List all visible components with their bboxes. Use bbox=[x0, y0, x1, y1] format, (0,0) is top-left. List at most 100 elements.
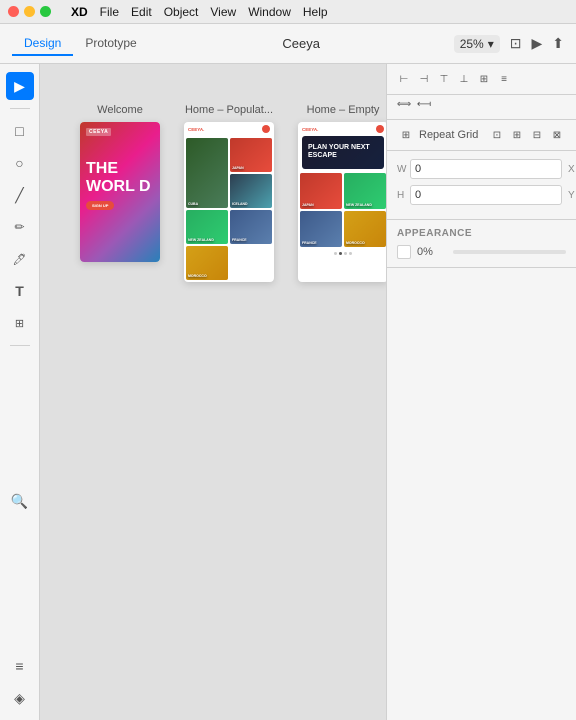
he-cell-japan-label: JAPAN bbox=[302, 203, 314, 207]
opacity-slider[interactable] bbox=[453, 250, 566, 254]
he-cell-newzealand: NEW ZEALAND bbox=[344, 173, 386, 209]
home-empty-dot bbox=[376, 125, 384, 133]
tab-prototype[interactable]: Prototype bbox=[73, 32, 148, 56]
he-cell-japan: JAPAN bbox=[300, 173, 342, 209]
share-icon[interactable]: ⬆ bbox=[552, 35, 564, 52]
zoom-value: 25% bbox=[460, 37, 484, 51]
maximize-button[interactable] bbox=[40, 6, 51, 17]
distribute-v-tool[interactable]: ⟻ bbox=[415, 95, 433, 113]
home-empty-grid: JAPAN NEW ZEALAND FRANCE MOROCCO bbox=[298, 171, 386, 249]
artboard-home-populate: Home – Populat... CEEYA. CUBA bbox=[184, 104, 274, 282]
close-button[interactable] bbox=[8, 6, 19, 17]
document-title: Ceeya bbox=[149, 36, 454, 51]
canvas[interactable]: Welcome CEEYA THE WORL D SIGN UP Home – … bbox=[40, 64, 386, 720]
width-input[interactable] bbox=[410, 159, 562, 179]
brush-tool[interactable]: 🖊 bbox=[6, 245, 34, 273]
menu-edit[interactable]: Edit bbox=[131, 5, 152, 19]
appearance-section: APPEARANCE 0% bbox=[387, 220, 576, 268]
he-nav-dot-3 bbox=[344, 252, 347, 255]
artboard-welcome-frame[interactable]: CEEYA THE WORL D SIGN UP bbox=[80, 122, 160, 262]
cell-cuba-label: CUBA bbox=[188, 202, 198, 206]
cell-iceland-label: ICELAND bbox=[232, 202, 248, 206]
welcome-background: CEEYA THE WORL D SIGN UP bbox=[80, 122, 160, 262]
welcome-logo: CEEYA bbox=[86, 128, 111, 136]
artboard-home-empty-label: Home – Empty bbox=[307, 104, 380, 116]
select-tool[interactable]: ▶ bbox=[6, 72, 34, 100]
zoom-tool[interactable]: 🔍 bbox=[6, 487, 34, 515]
he-cell-france: FRANCE bbox=[300, 211, 342, 247]
rp-icon-3[interactable]: ⊟ bbox=[528, 126, 546, 144]
repeat-grid-icon: ⊞ bbox=[397, 126, 415, 144]
artboard-tool[interactable]: ⊞ bbox=[6, 309, 34, 337]
layers-icon[interactable]: ≡ bbox=[6, 652, 34, 680]
he-nav-dot-1 bbox=[334, 252, 337, 255]
minimize-button[interactable] bbox=[24, 6, 35, 17]
rp-icon-1[interactable]: ⊡ bbox=[488, 126, 506, 144]
width-field: W bbox=[397, 159, 562, 179]
align-top-tool[interactable]: ⊥ bbox=[455, 70, 473, 88]
he-cell-france-label: FRANCE bbox=[302, 241, 317, 245]
assets-icon[interactable]: ◈ bbox=[6, 684, 34, 712]
home-empty-header: CEEYA. bbox=[298, 122, 386, 136]
height-field: H bbox=[397, 185, 562, 205]
text-tool[interactable]: T bbox=[6, 277, 34, 305]
wx-row: W X bbox=[397, 159, 566, 179]
play-icon[interactable]: ▶ bbox=[531, 35, 542, 52]
rp-icon-2[interactable]: ⊞ bbox=[508, 126, 526, 144]
pen-tool[interactable]: ✏ bbox=[6, 213, 34, 241]
opacity-checkbox[interactable] bbox=[397, 245, 411, 259]
rp-icon-4[interactable]: ⊠ bbox=[548, 126, 566, 144]
cell-morocco: MOROCCO bbox=[186, 246, 228, 280]
toolbar: Design Prototype Ceeya 25% ▾ ⊡ ▶ ⬆ bbox=[0, 24, 576, 64]
rectangle-tool[interactable]: □ bbox=[6, 117, 34, 145]
repeat-grid-label: Repeat Grid bbox=[419, 129, 478, 141]
opacity-value: 0% bbox=[417, 246, 447, 258]
align-right-tool[interactable]: ⊤ bbox=[435, 70, 453, 88]
width-label: W bbox=[397, 164, 407, 175]
hy-row: H Y bbox=[397, 185, 566, 205]
tab-design[interactable]: Design bbox=[12, 32, 73, 56]
he-cell-morocco: MOROCCO bbox=[344, 211, 386, 247]
toolbar-right: 25% ▾ ⊡ ▶ ⬆ bbox=[454, 35, 564, 53]
menu-window[interactable]: Window bbox=[248, 5, 291, 19]
ellipse-tool[interactable]: ○ bbox=[6, 149, 34, 177]
home-populate-grid: CUBA JAPAN ICELAND bbox=[184, 136, 274, 282]
align-left-tool[interactable]: ⊢ bbox=[395, 70, 413, 88]
artboard-home-empty-frame[interactable]: CEEYA. PLAN YOUR NEXT ESCAPE JAPAN NEW Z… bbox=[298, 122, 386, 282]
he-nav-dot-4 bbox=[349, 252, 352, 255]
zoom-control[interactable]: 25% ▾ bbox=[454, 35, 500, 53]
device-icon[interactable]: ⊡ bbox=[510, 35, 522, 52]
align-center-v-tool[interactable]: ⊞ bbox=[475, 70, 493, 88]
x-field: X bbox=[568, 159, 576, 179]
he-cell-morocco-label: MOROCCO bbox=[346, 241, 365, 245]
align-bottom-tool[interactable]: ≡ bbox=[495, 70, 513, 88]
menu-file[interactable]: File bbox=[100, 5, 119, 19]
menu-help[interactable]: Help bbox=[303, 5, 328, 19]
artboard-home-populate-label: Home – Populat... bbox=[185, 104, 273, 116]
line-tool[interactable]: ╱ bbox=[6, 181, 34, 209]
cell-japan: JAPAN bbox=[230, 138, 272, 172]
right-panel: ⊢ ⊣ ⊤ ⊥ ⊞ ≡ ⟺ ⟻ ⊞ Repeat Grid ⊡ ⊞ ⊟ ⊠ bbox=[386, 64, 576, 720]
menu-object[interactable]: Object bbox=[164, 5, 199, 19]
artboard-home-populate-frame[interactable]: CEEYA. CUBA JAPAN bbox=[184, 122, 274, 282]
artboards-container: Welcome CEEYA THE WORL D SIGN UP Home – … bbox=[60, 84, 386, 302]
y-field: Y bbox=[568, 185, 576, 205]
toolbar-tabs: Design Prototype bbox=[12, 32, 149, 56]
distribute-h-tool[interactable]: ⟺ bbox=[395, 95, 413, 113]
traffic-lights bbox=[8, 6, 51, 17]
he-cell-newzealand-label: NEW ZEALAND bbox=[346, 203, 372, 207]
height-input[interactable] bbox=[410, 185, 562, 205]
cell-japan-label: JAPAN bbox=[232, 166, 244, 170]
artboard-welcome: Welcome CEEYA THE WORL D SIGN UP bbox=[80, 104, 160, 282]
align-tools-row1: ⊢ ⊣ ⊤ ⊥ ⊞ ≡ bbox=[387, 64, 576, 95]
height-label: H bbox=[397, 190, 407, 201]
home-empty-plan-text: PLAN YOUR NEXT ESCAPE bbox=[308, 144, 378, 161]
welcome-signup-button[interactable]: SIGN UP bbox=[86, 201, 114, 210]
chevron-down-icon: ▾ bbox=[488, 37, 494, 51]
align-center-h-tool[interactable]: ⊣ bbox=[415, 70, 433, 88]
y-label: Y bbox=[568, 190, 576, 201]
home-empty-logo: CEEYA. bbox=[302, 127, 318, 132]
cell-newzealand-label: NEW ZEALAND bbox=[188, 238, 214, 242]
home-empty-pagination bbox=[298, 249, 386, 258]
menu-view[interactable]: View bbox=[210, 5, 236, 19]
